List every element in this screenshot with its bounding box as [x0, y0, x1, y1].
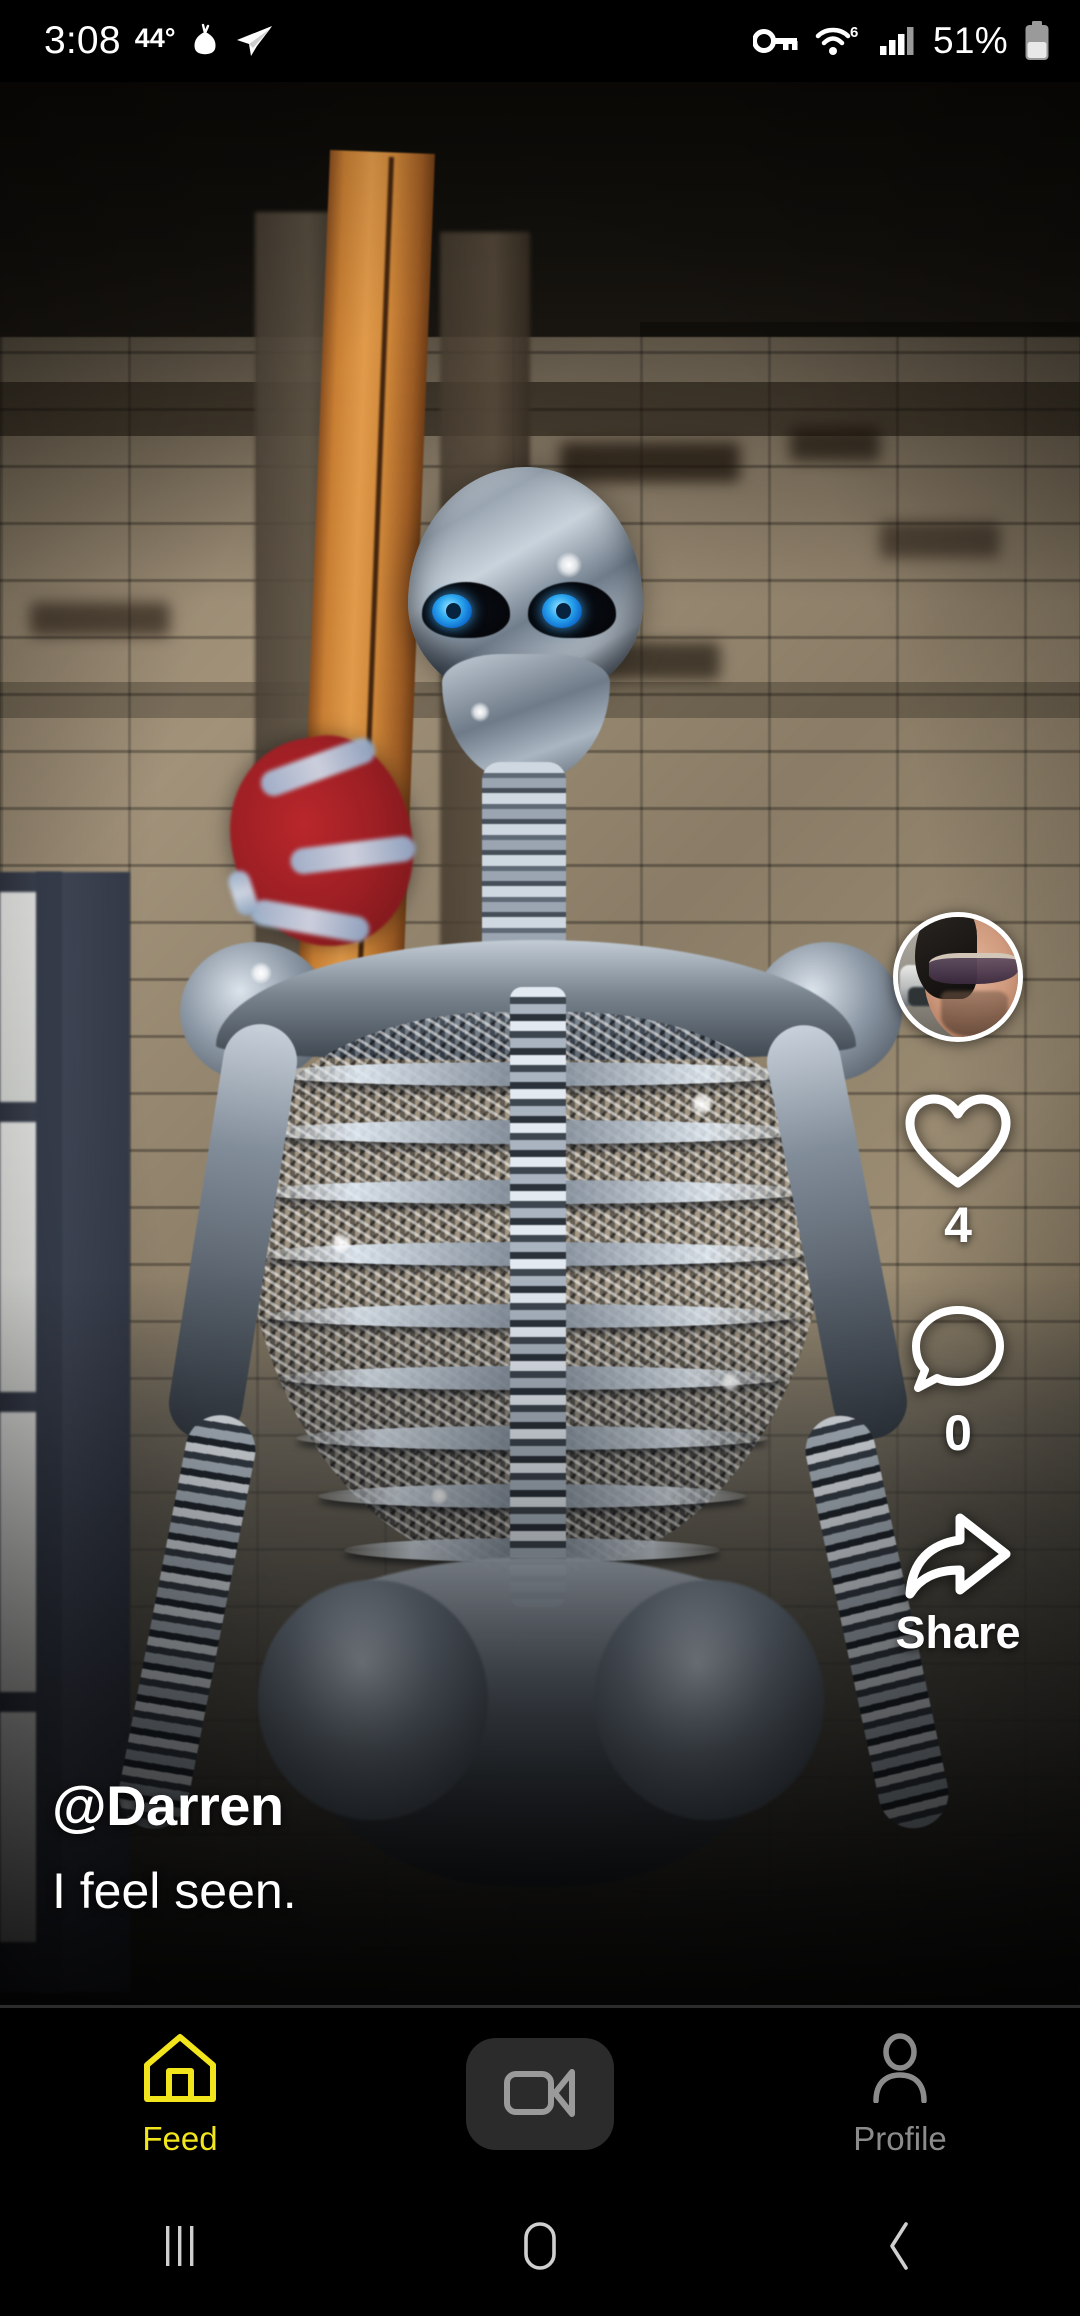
window-pane	[0, 1412, 40, 1692]
battery-percentage: 51%	[933, 20, 1008, 61]
share-arrow-icon	[902, 1510, 1014, 1602]
video-camera-icon	[503, 2064, 577, 2125]
brick-dark-patch	[880, 522, 1000, 558]
mirror-sparkle	[330, 1232, 352, 1254]
window-pane	[0, 892, 40, 1102]
share-label: Share	[895, 1607, 1021, 1658]
mirror-sparkle	[470, 702, 490, 722]
like-count: 4	[944, 1197, 972, 1253]
record-video-button[interactable]	[466, 2038, 614, 2150]
video-player[interactable]: 4 0 Share @Darren I feel seen.	[0, 82, 1080, 2005]
brick-dark-patch	[790, 427, 880, 461]
spine-neck	[482, 762, 566, 962]
hip-right	[594, 1580, 824, 1820]
mirror-sparkle	[556, 552, 582, 578]
avatar-sunglasses	[929, 953, 1018, 985]
pupil-right	[556, 603, 571, 619]
brick-dark-patch	[30, 602, 170, 636]
status-bar: 3:08 44° 6 51%	[0, 0, 1080, 82]
nav-label-feed: Feed	[142, 2120, 218, 2157]
recents-icon	[152, 2222, 208, 2275]
status-bar-temperature: 44°	[134, 22, 176, 53]
battery-icon	[1024, 21, 1050, 61]
telegram-send-icon	[234, 23, 274, 59]
status-bar-clock: 3:08	[44, 19, 121, 62]
cellular-signal-icon	[879, 26, 917, 56]
mirror-sparkle	[720, 1372, 740, 1392]
action-rail: 4 0 Share	[868, 912, 1048, 1655]
person-icon	[867, 2033, 933, 2108]
brick-mortar-row	[0, 382, 1080, 436]
mirror-sparkle	[250, 962, 272, 984]
vpn-key-icon	[753, 27, 799, 55]
onion-bulb-icon	[190, 23, 220, 59]
heart-icon	[904, 1094, 1012, 1190]
comment-bubble-icon	[908, 1302, 1008, 1398]
mirror-sparkle	[430, 1487, 448, 1505]
wifi-icon: 6	[815, 24, 863, 58]
nav-label-profile: Profile	[853, 2120, 947, 2157]
back-chevron-icon	[878, 2220, 922, 2277]
recents-button[interactable]	[0, 2222, 360, 2275]
status-bar-right: 6 51%	[753, 20, 1050, 62]
share-button[interactable]: Share	[895, 1510, 1021, 1658]
post-caption-block: @Darren I feel seen.	[52, 1776, 297, 1919]
mirror-sparkle	[690, 1092, 714, 1116]
author-handle[interactable]: @Darren	[52, 1776, 297, 1836]
home-icon	[142, 2033, 218, 2108]
system-navigation-bar	[0, 2180, 1080, 2316]
window-pane	[0, 1712, 40, 1942]
home-circle-icon	[515, 2220, 565, 2277]
nav-item-profile[interactable]: Profile	[720, 2033, 1080, 2155]
home-button[interactable]	[360, 2220, 720, 2277]
comment-button[interactable]: 0	[908, 1302, 1008, 1458]
caption-text: I feel seen.	[52, 1863, 297, 1919]
spine	[510, 987, 566, 1607]
window-pane	[0, 1122, 40, 1392]
nav-item-feed[interactable]: Feed	[0, 2033, 360, 2155]
avatar[interactable]	[893, 912, 1023, 1042]
back-button[interactable]	[720, 2220, 1080, 2277]
like-button[interactable]: 4	[904, 1094, 1012, 1250]
nav-item-record[interactable]	[360, 2038, 720, 2150]
status-bar-left: 3:08 44°	[44, 19, 274, 63]
brick-dark-patch	[560, 442, 740, 482]
comment-count: 0	[944, 1405, 972, 1461]
svg-text:6: 6	[850, 24, 858, 41]
phone-screen: 3:08 44° 6 51% 4 0 Share @Darren I feel …	[0, 0, 1080, 2316]
pupil-left	[446, 603, 461, 619]
bottom-navigation-bar: Feed Profile	[0, 2008, 1080, 2180]
